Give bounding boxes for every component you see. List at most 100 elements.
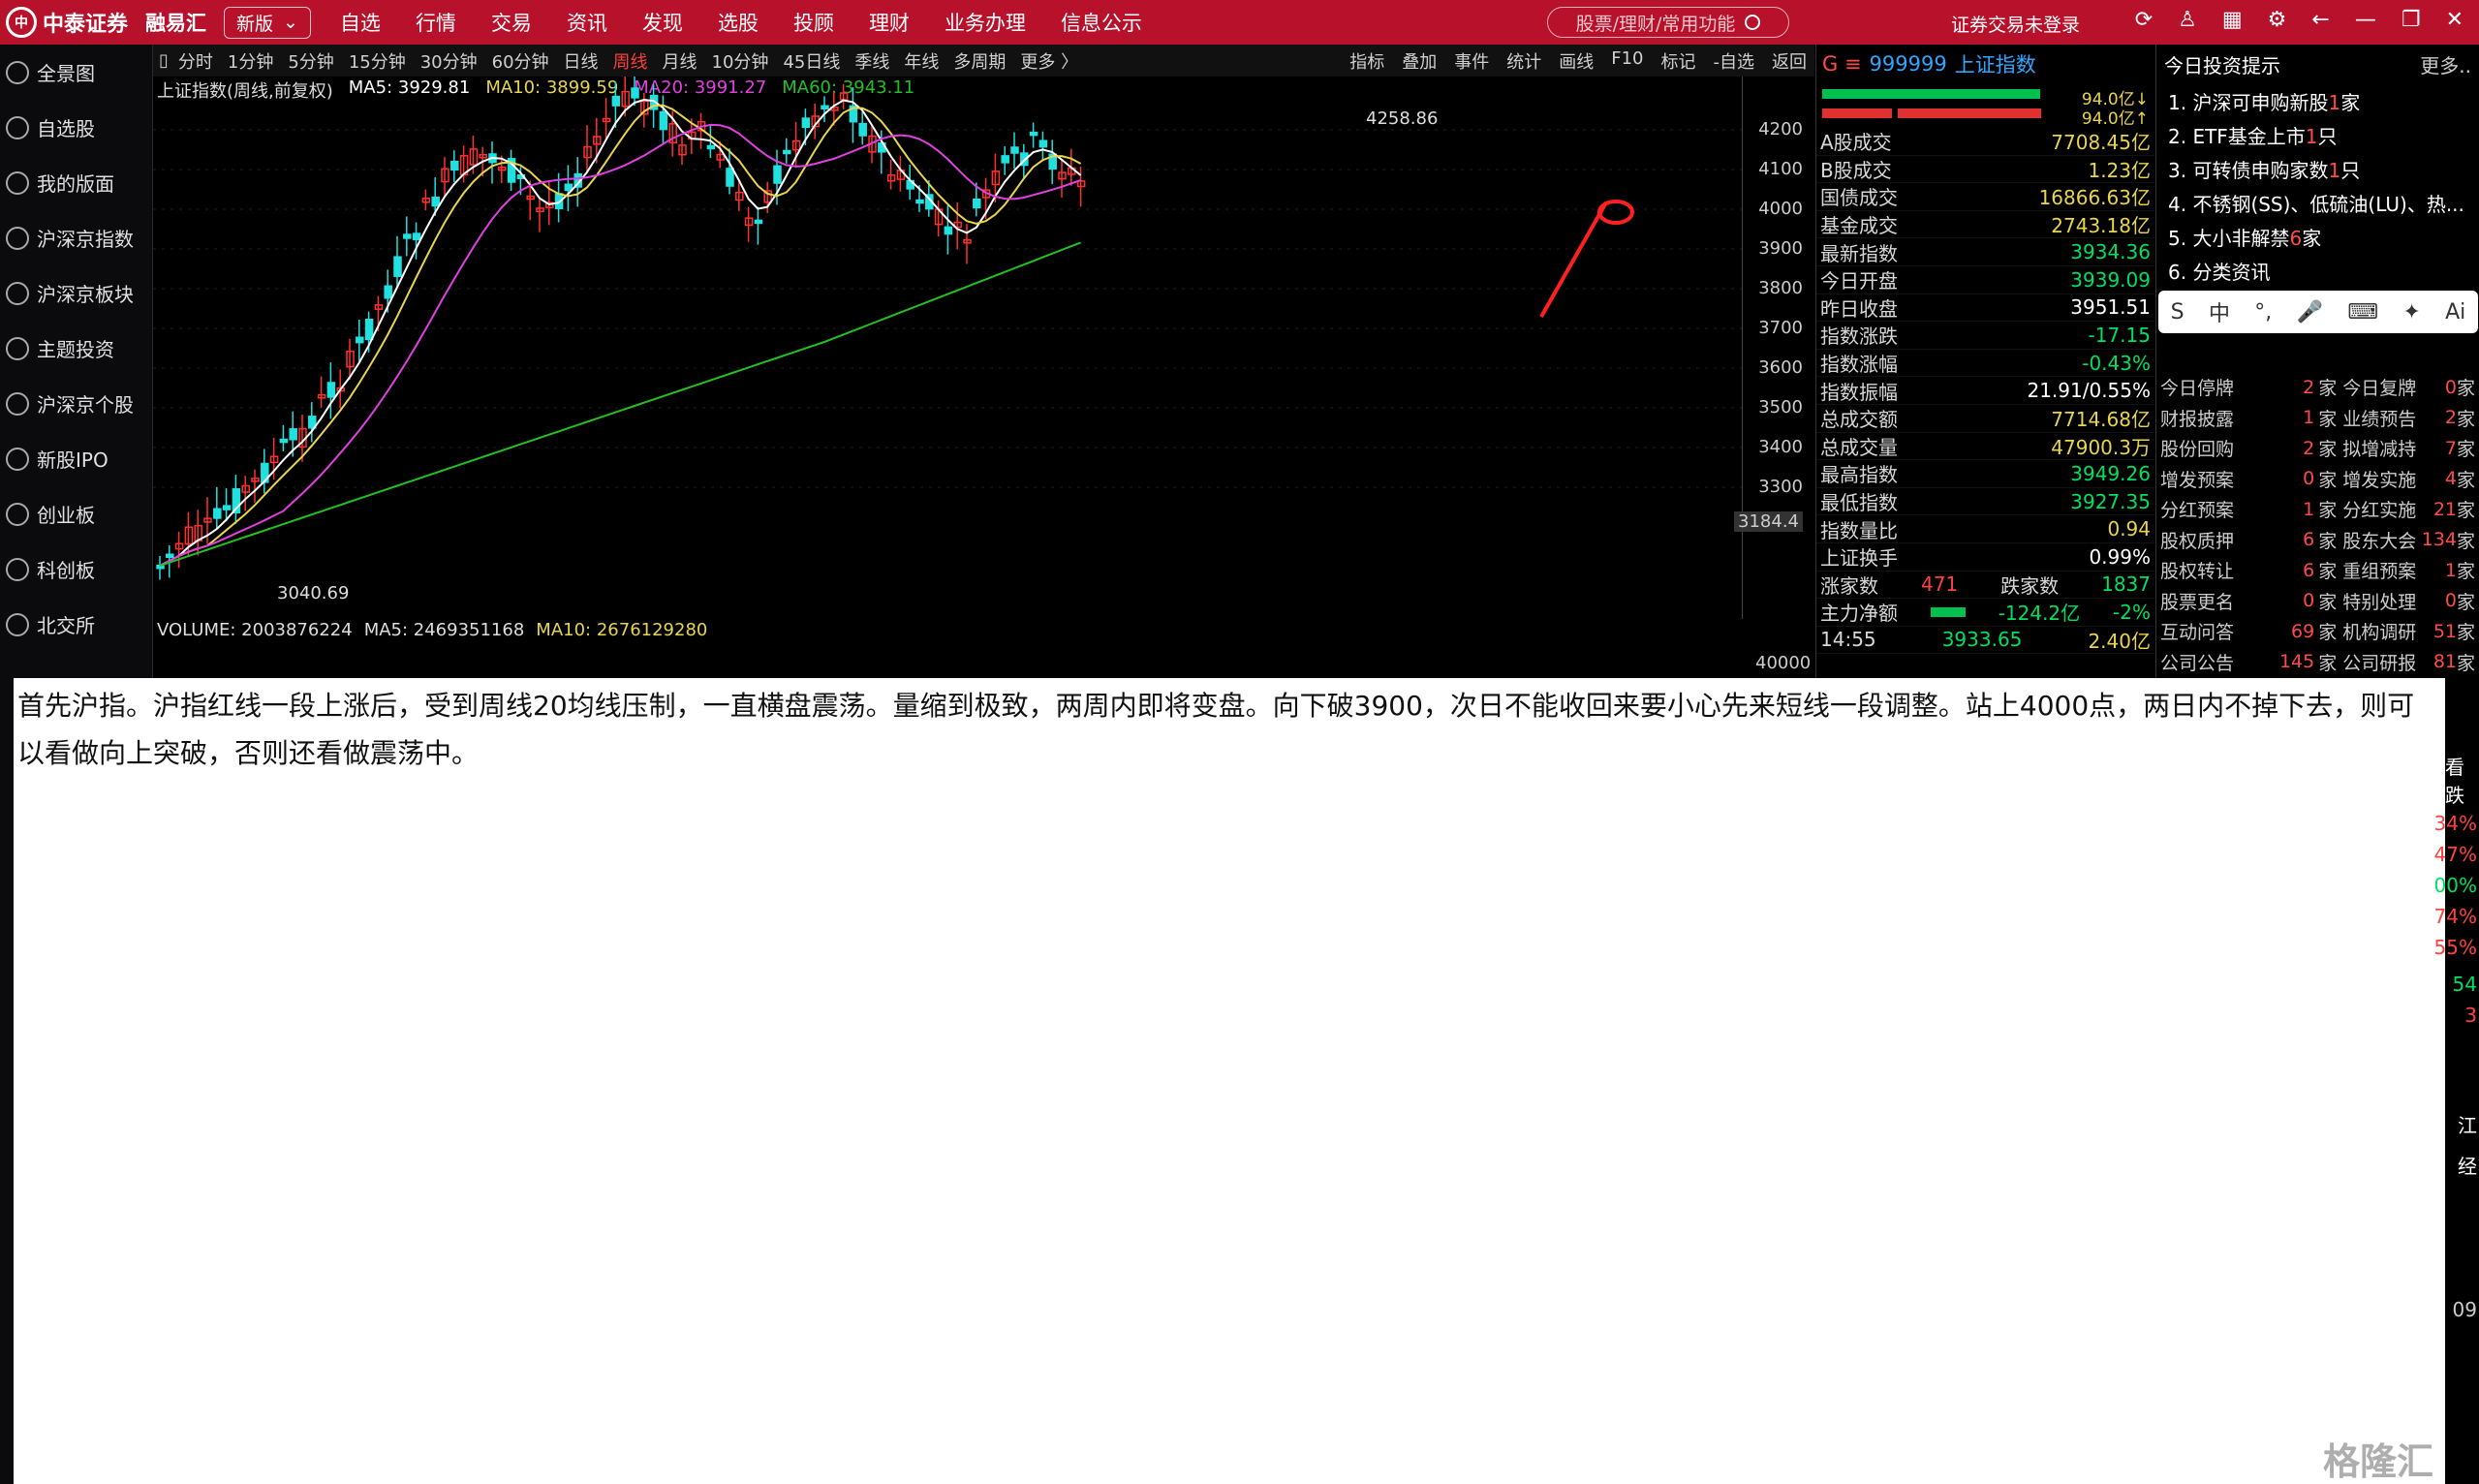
period-tab[interactable]: 更多 〉 [1020,48,1078,74]
stat-row[interactable]: 股权转让 6 家 重组预案 1 家 [2156,555,2479,586]
chart-tool[interactable]: 统计 [1506,48,1541,74]
sidebar-item[interactable]: 科创板 [0,541,152,597]
stat-row[interactable]: 互动问答 69 家 机构调研 51 家 [2156,616,2479,647]
sidebar-item[interactable]: 沪深京板块 [0,265,152,321]
stat-row[interactable]: 今日停牌 2 家 今日复牌 0 家 [2156,372,2479,403]
restore-icon[interactable]: ❐ [2402,8,2421,32]
kline-chart[interactable]: 4258.86 3040.69 [153,77,1742,619]
price-tick: 3500 [1758,397,1803,417]
period-tab[interactable]: 60分钟 [492,48,549,74]
chart-tool[interactable]: 返回 [1772,48,1807,74]
price-tick: 4100 [1758,159,1803,179]
period-tab[interactable]: 分时 [178,48,213,74]
stat-row[interactable]: 增发预案 0 家 增发实施 4 家 [2156,464,2479,495]
candle-body [611,95,621,107]
sidebar-item[interactable]: 沪深京指数 [0,210,152,265]
menu-item[interactable]: 投顾 [793,8,834,37]
stat-row[interactable]: 财报披露 1 家 业绩预告 2 家 [2156,403,2479,434]
stat-row[interactable]: 股份回购 2 家 拟增减持 7 家 [2156,433,2479,464]
sidebar-item[interactable]: 新股IPO [0,431,152,486]
chart-tool[interactable]: 标记 [1661,48,1696,74]
ime-button[interactable]: 中 [2209,296,2230,327]
menu-item[interactable]: 信息公示 [1061,8,1142,37]
sidebar-item[interactable]: 全景图 [0,45,152,100]
edge-fragment: 经 [2458,1155,2477,1178]
edition-select[interactable]: 新版 ⌄ [224,6,311,39]
ma60-line [159,241,1081,567]
down-count-label: 跌家数 [2000,573,2060,598]
news-item[interactable]: 6. 分类资讯 [2156,254,2479,288]
minimize-icon[interactable]: — [2355,8,2376,32]
news-item[interactable]: 2. ETF基金上市1只 [2156,118,2479,152]
menu-item[interactable]: 业务办理 [945,8,1026,37]
period-tab[interactable]: 多周期 [953,48,1006,74]
sidebar-item[interactable]: 创业板 [0,486,152,541]
chart-tool[interactable]: 画线 [1559,48,1594,74]
sidebar-item[interactable]: 自选股 [0,100,152,155]
sidebar-item[interactable]: 北交所 [0,597,152,652]
news-item[interactable]: 4. 不锈钢(SS)、低硫油(LU)、热... [2156,186,2479,220]
close-icon[interactable]: ✕ [2446,8,2464,32]
quote-row: 指数涨幅 -0.43% [1816,350,2154,378]
settings-icon[interactable]: ⚙ [2268,8,2287,32]
price-tick: 4000 [1758,199,1803,219]
period-tab[interactable]: 月线 [663,48,697,74]
ime-button[interactable]: 🎤 [2297,300,2323,325]
grid-icon[interactable]: ▦ [2222,8,2243,32]
menu-item[interactable]: 自选 [340,8,381,37]
period-tab[interactable]: 年线 [904,48,939,74]
ime-button[interactable]: Ai [2445,300,2465,325]
stat-row[interactable]: 股票更名 0 家 特别处理 0 家 [2156,586,2479,617]
period-tab[interactable]: 15分钟 [349,48,406,74]
chart-tool[interactable]: 叠加 [1402,48,1437,74]
edge-fragment: 00% [2433,874,2477,897]
chart-tool[interactable]: 指标 [1349,48,1384,74]
sidebar-item[interactable]: 主题投资 [0,321,152,376]
stat-row[interactable]: 分红预案 1 家 分红实施 21 家 [2156,494,2479,525]
period-tab[interactable]: 5分钟 [288,48,333,74]
ime-toolbar[interactable]: S 中 °, 🎤 ⌨ ✦ Ai [2158,291,2478,333]
chart-tool[interactable]: -自选 [1714,48,1755,74]
menu-item[interactable]: 选股 [718,8,759,37]
sidebar-item[interactable]: 我的版面 [0,155,152,210]
ime-button[interactable]: °, [2254,300,2272,325]
news-item[interactable]: 1. 沪深可申购新股1家 [2156,84,2479,118]
menu-item[interactable]: 行情 [416,8,456,37]
up-count-label: 涨家数 [1820,573,1878,598]
period-tab[interactable]: 10分钟 [712,48,769,74]
refresh-icon[interactable]: ⟳ [2135,8,2153,32]
chart-tool[interactable]: 事件 [1454,48,1489,74]
search-input[interactable]: 股票/理财/常用功能 [1547,7,1789,38]
period-tab[interactable]: 45日线 [783,48,840,74]
menu-item[interactable]: 理财 [869,8,910,37]
period-tab[interactable]: 季线 [854,48,889,74]
panel-toggle-icon[interactable]: ▯ [159,50,169,71]
period-tab[interactable]: 30分钟 [420,48,478,74]
search-icon[interactable] [1745,15,1761,30]
sidebar-item-label: 主题投资 [37,338,114,361]
period-tab[interactable]: 日线 [564,48,599,74]
stat-unit: 家 [2457,561,2476,583]
ime-button[interactable]: ✦ [2402,300,2420,325]
period-tab[interactable]: 1分钟 [228,48,273,74]
stat-row[interactable]: 公司公告 145 家 公司研报 81 家 [2156,647,2479,678]
quote-header[interactable]: G ≡ 999999 上证指数 [1816,45,2154,83]
ime-button[interactable]: ⌨ [2347,300,2378,325]
sidebar-item[interactable]: 沪深京个股 [0,376,152,431]
chart-tool[interactable]: F10 [1611,48,1643,74]
stat-row[interactable]: 股权质押 6 家 股东大会 134 家 [2156,525,2479,556]
login-status[interactable]: 证券交易未登录 [1951,11,2080,37]
period-tab[interactable]: 周线 [613,48,648,74]
news-more-link[interactable]: 更多.. [2420,50,2471,78]
news-item[interactable]: 5. 大小非解禁6家 [2156,220,2479,254]
news-item-count: 1 [2305,125,2318,148]
back-icon[interactable]: ← [2311,8,2329,32]
quote-label: 最低指数 [1820,491,1898,515]
menu-item[interactable]: 资讯 [567,8,607,37]
menu-item[interactable]: 发现 [642,8,683,37]
price-tick: 3700 [1758,318,1803,338]
menu-item[interactable]: 交易 [491,8,532,37]
news-item[interactable]: 3. 可转债申购家数1只 [2156,152,2479,186]
skin-icon[interactable]: ♙ [2178,8,2197,32]
ime-button[interactable]: S [2171,300,2185,325]
